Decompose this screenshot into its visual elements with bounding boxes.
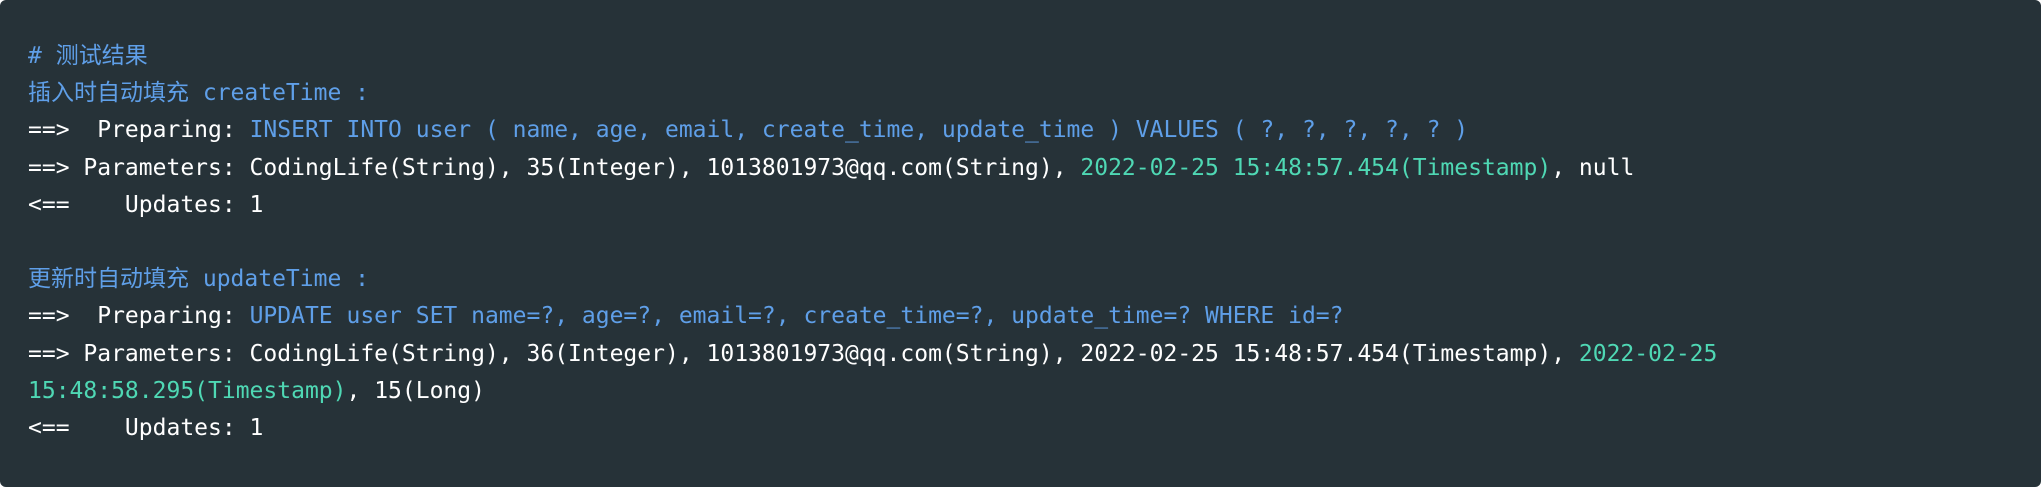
update-params-timestamp-part1: 2022-02-25: [1578, 340, 1718, 367]
code-line-insert-preparing: ==> Preparing: INSERT INTO user ( name, …: [28, 112, 2013, 149]
insert-sql-text: INSERT INTO user ( name, age, email, cre…: [249, 117, 1469, 144]
code-line-update-preparing: ==> Preparing: UPDATE user SET name=?, a…: [28, 298, 2013, 335]
code-line-insert-parameters: ==> Parameters: CodingLife(String), 35(I…: [28, 150, 2013, 187]
code-line-insert-updates: <== Updates: 1: [28, 187, 2013, 224]
code-line-update-parameters: ==> Parameters: CodingLife(String), 36(I…: [28, 336, 2013, 373]
insert-params-suffix: , null: [1551, 154, 1635, 181]
update-params-suffix: , 15(Long): [346, 377, 485, 404]
update-updates-text: <== Updates: 1: [28, 414, 264, 441]
insert-updates-text: <== Updates: 1: [28, 191, 264, 218]
code-line-update-updates: <== Updates: 1: [28, 410, 2013, 447]
insert-params-prefix: ==> Parameters: CodingLife(String), 35(I…: [28, 154, 1081, 181]
code-block: # 测试结果插入时自动填充 createTime : ==> Preparing:…: [0, 0, 2041, 487]
code-line-update-heading: 更新时自动填充 updateTime :: [28, 261, 2013, 298]
insert-preparing-prefix: ==> Preparing:: [28, 117, 250, 144]
update-heading-text: 更新时自动填充 updateTime :: [28, 266, 370, 293]
code-line-comment: # 测试结果: [28, 38, 2013, 75]
update-preparing-prefix: ==> Preparing:: [28, 303, 250, 330]
insert-params-timestamp: 2022-02-25 15:48:57.454(Timestamp): [1080, 154, 1552, 181]
update-sql-text: UPDATE user SET name=?, age=?, email=?, …: [249, 303, 1344, 330]
update-params-timestamp-part2: 15:48:58.295(Timestamp): [28, 377, 347, 404]
comment-text: # 测试结果: [28, 43, 148, 69]
update-params-prefix: ==> Parameters: CodingLife(String), 36(I…: [28, 340, 1579, 367]
code-line-insert-heading: 插入时自动填充 createTime :: [28, 75, 2013, 112]
insert-heading-text: 插入时自动填充 createTime :: [28, 80, 370, 107]
code-line-update-parameters-cont: 15:48:58.295(Timestamp), 15(Long): [28, 373, 2013, 410]
